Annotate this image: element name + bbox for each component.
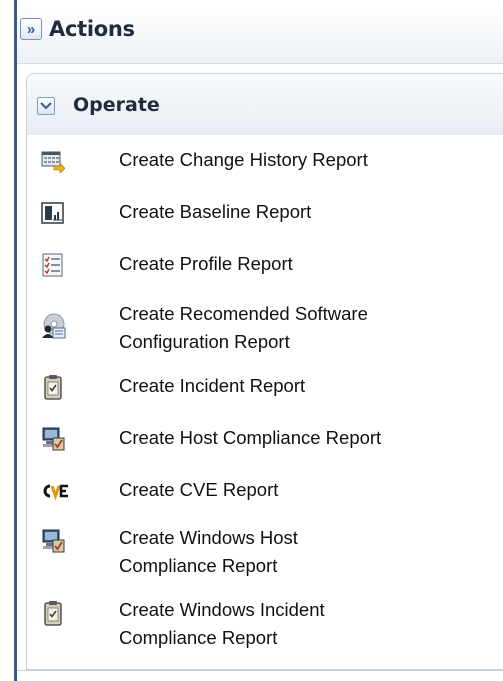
action-item-host-compliance[interactable]: Create Host Compliance Report: [27, 424, 503, 454]
section-header[interactable]: Operate: [27, 74, 503, 135]
action-item-label: Create Incident Report: [119, 375, 306, 396]
action-item-change-history[interactable]: Create Change History Report: [27, 146, 503, 176]
action-item-profile[interactable]: Create Profile Report: [27, 250, 503, 280]
checklist-icon: [41, 253, 65, 277]
left-edge-rule: [14, 0, 17, 681]
action-item-label: Create Windows Incident Compliance Repor…: [119, 599, 325, 648]
actions-title: Actions: [49, 17, 135, 41]
action-item-cve[interactable]: Create CVE Report: [27, 476, 503, 506]
section-title: Operate: [73, 94, 160, 116]
action-item-label: Create Recomended Software Configuration…: [119, 303, 368, 352]
double-chevron-right-icon: »: [26, 20, 36, 38]
action-item-incident[interactable]: Create Incident Report: [27, 372, 503, 402]
baseline-chart-icon: [41, 201, 65, 225]
clipboard-check-icon: [41, 374, 65, 400]
software-disc-user-icon: [41, 313, 67, 339]
expand-button[interactable]: »: [20, 18, 42, 40]
table-arrow-icon: [41, 149, 65, 173]
action-item-label: Create Profile Report: [119, 253, 293, 274]
panel-bottom-border: [17, 670, 503, 671]
cve-logo-icon: [41, 479, 69, 503]
chevron-down-icon: [40, 102, 52, 110]
computer-check-icon: [41, 426, 65, 451]
action-item-label: Create Host Compliance Report: [119, 427, 382, 448]
action-item-label: Create Change History Report: [119, 149, 368, 170]
action-item-label: Create Windows Host Compliance Report: [119, 527, 298, 576]
action-item-windows-incident-compliance[interactable]: Create Windows Incident Compliance Repor…: [27, 596, 503, 656]
collapse-button[interactable]: [37, 97, 55, 115]
computer-check-icon: [41, 528, 65, 553]
clipboard-check-icon: [41, 600, 65, 626]
operate-panel: Operate Create Change History Report Cre…: [26, 73, 503, 670]
action-item-windows-host-compliance[interactable]: Create Windows Host Compliance Report: [27, 524, 503, 584]
action-item-recommended-software[interactable]: Create Recomended Software Configuration…: [27, 300, 503, 360]
action-item-baseline[interactable]: Create Baseline Report: [27, 198, 503, 228]
action-item-label: Create Baseline Report: [119, 201, 312, 222]
action-item-label: Create CVE Report: [119, 479, 279, 500]
